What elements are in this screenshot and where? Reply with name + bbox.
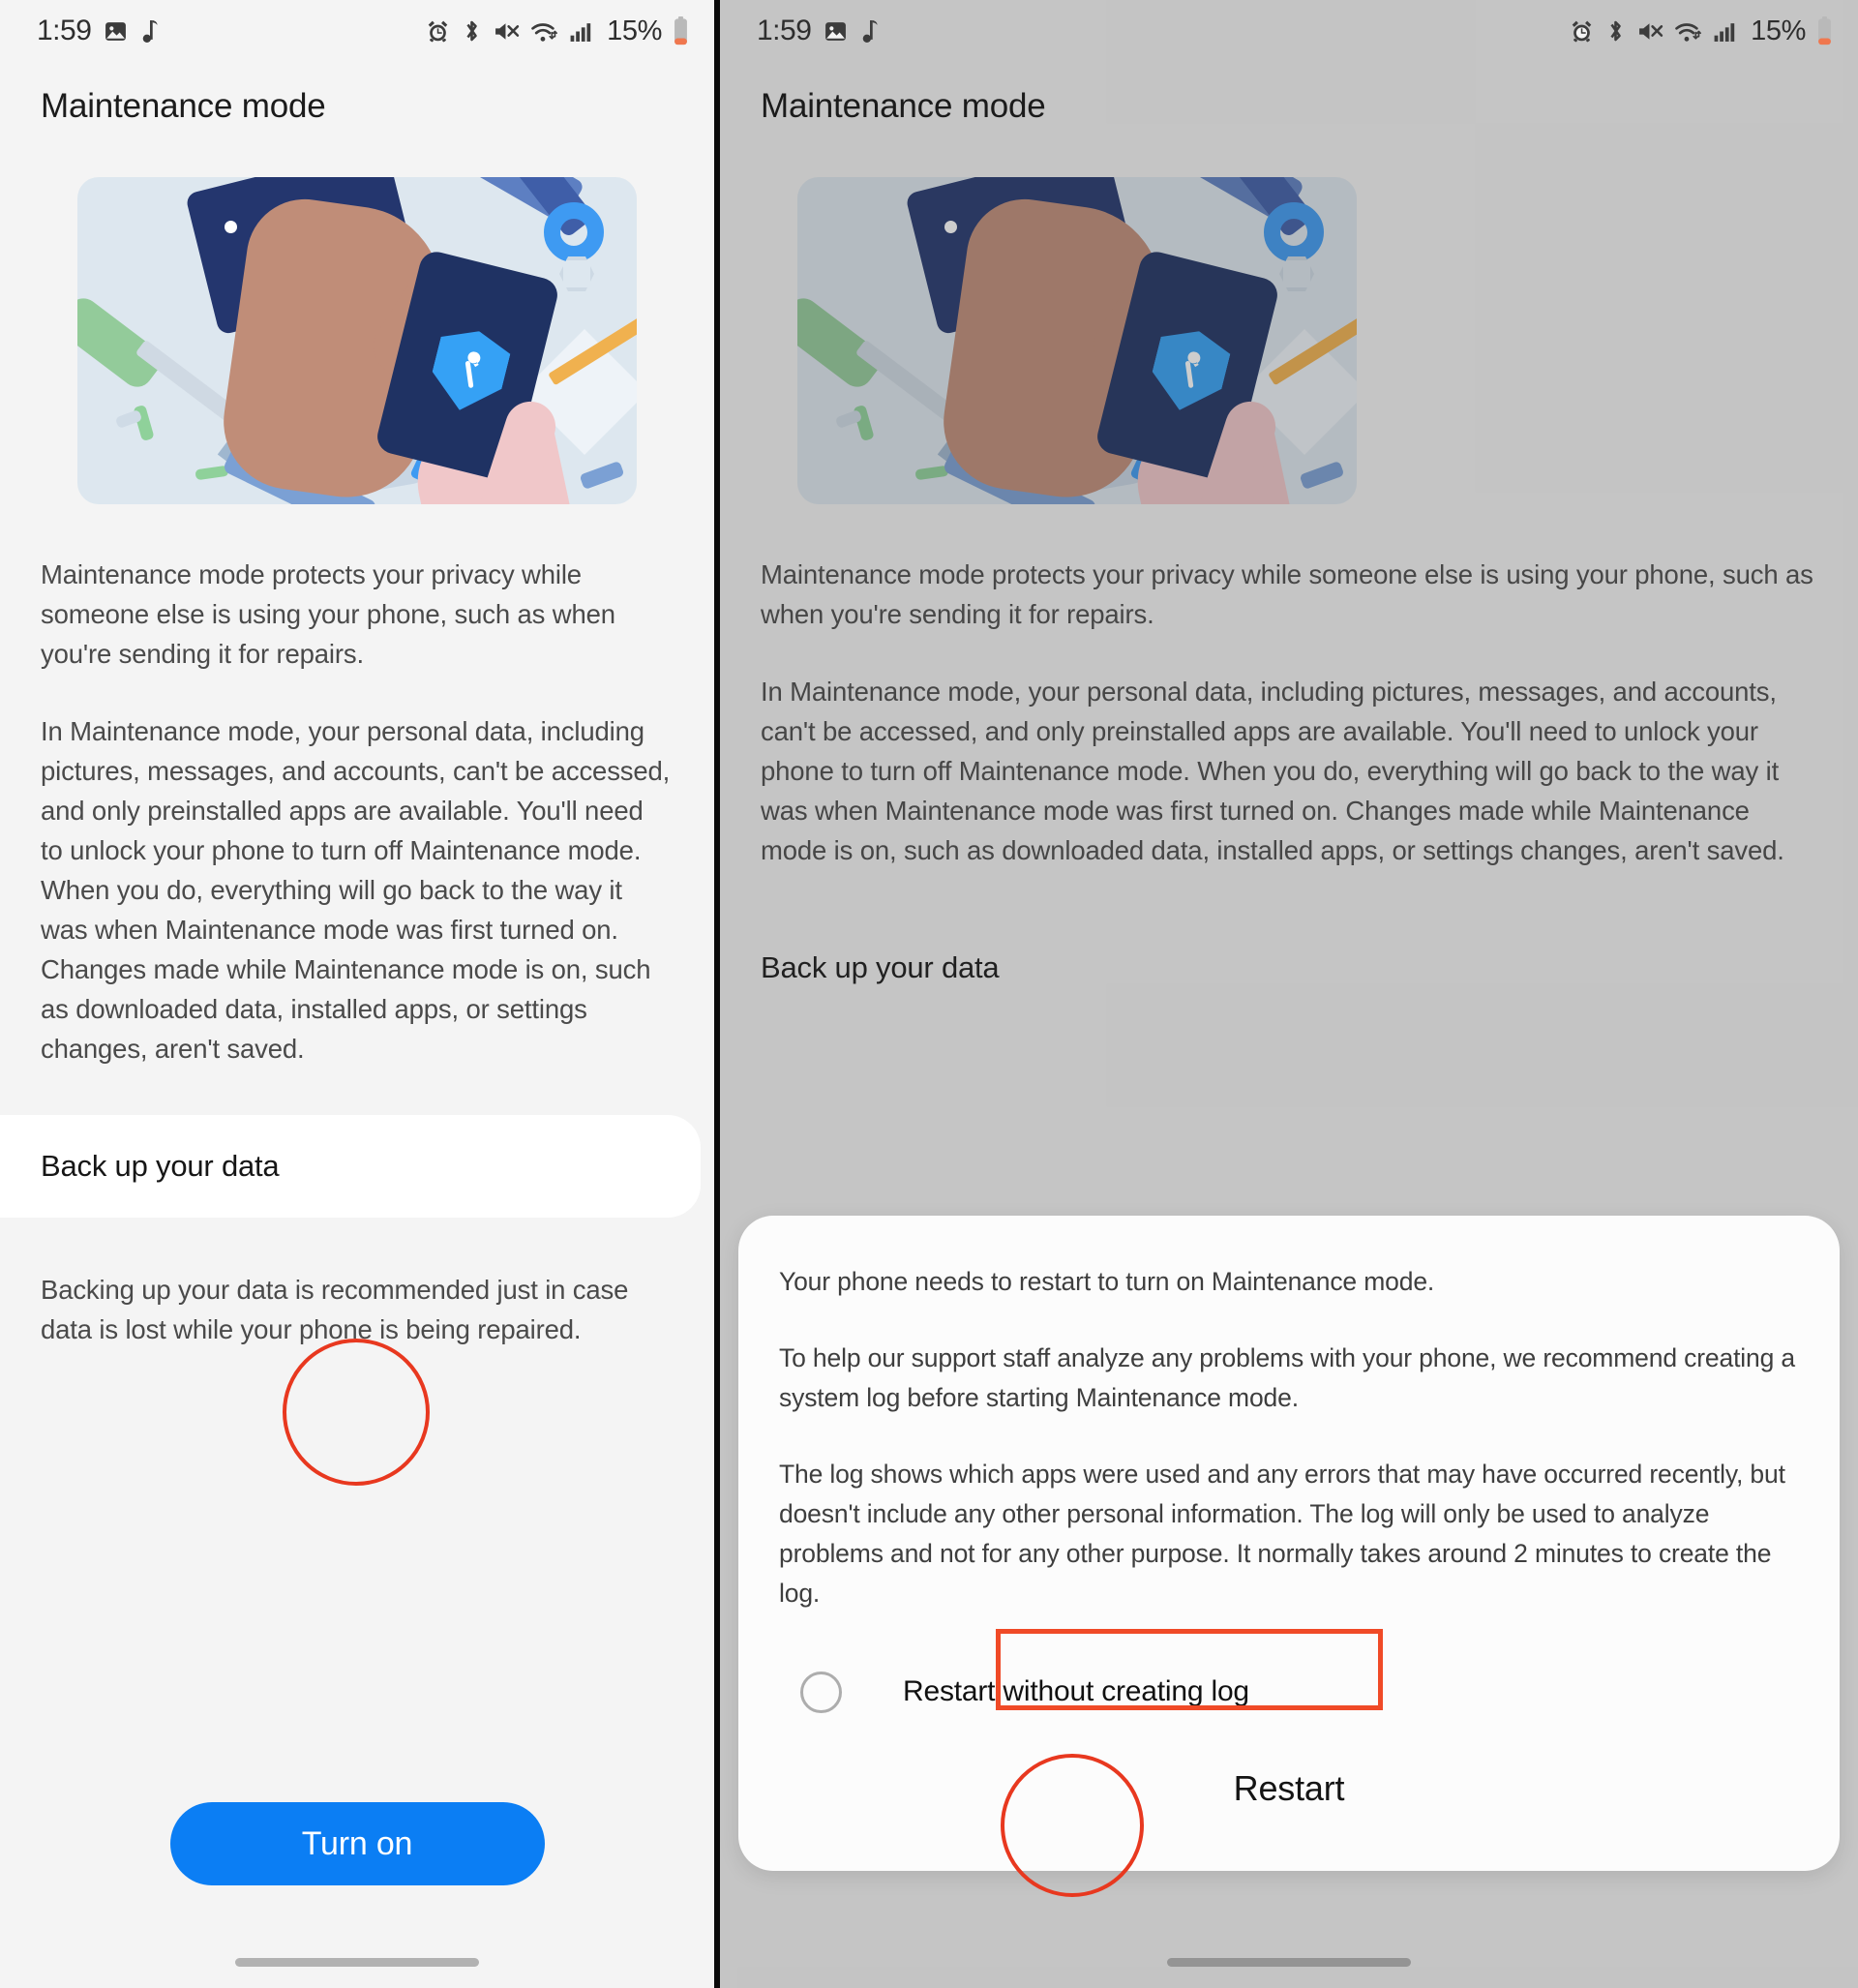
hero-illustration-wrap (0, 126, 714, 504)
paragraph-2: In Maintenance mode, your personal data,… (761, 677, 1784, 865)
bluetooth-icon (461, 18, 483, 44)
bluetooth-icon (1604, 18, 1627, 44)
phone-repair-illustration (77, 177, 637, 504)
image-icon (824, 19, 848, 44)
music-note-icon (140, 19, 160, 44)
dialog-actions: Restart (779, 1761, 1799, 1838)
hero-illustration-wrap (720, 126, 1858, 504)
battery-icon (1816, 16, 1833, 45)
dialog-paragraph-1: Your phone needs to restart to turn on M… (779, 1267, 1435, 1296)
status-bar-left: 1:59 (37, 15, 160, 47)
backup-card-title: Back up your data (41, 1149, 280, 1183)
mute-icon (494, 19, 520, 44)
restart-without-log-option[interactable]: Restart without creating log (779, 1656, 1799, 1728)
wifi-icon (530, 19, 558, 44)
navigation-bar-handle[interactable] (720, 1958, 1858, 1967)
status-bar: 1:59 15% (720, 0, 1858, 62)
screenshot-pair: 1:59 15% Maintenance mode Maintenance mo… (0, 0, 1858, 1988)
radio-button-icon[interactable] (800, 1671, 842, 1713)
restart-dialog: Your phone needs to restart to turn on M… (738, 1216, 1840, 1871)
restart-button[interactable]: Restart (1216, 1761, 1363, 1817)
status-clock: 1:59 (757, 15, 812, 46)
mute-icon (1637, 19, 1663, 44)
dialog-paragraph-2: To help our support staff analyze any pr… (779, 1343, 1795, 1412)
battery-icon (673, 16, 689, 45)
status-bar: 1:59 15% (0, 0, 714, 62)
backup-your-data-card[interactable]: Back up your data (720, 917, 1844, 1019)
music-note-icon (860, 19, 880, 44)
navigation-bar-handle[interactable] (0, 1958, 714, 1967)
battery-percent-label: 15% (607, 15, 662, 46)
status-bar-left: 1:59 (757, 15, 880, 47)
turn-on-button-wrap: Turn on (0, 1802, 714, 1885)
paragraph-1: Maintenance mode protects your privacy w… (41, 559, 615, 669)
signal-icon (1712, 19, 1737, 44)
signal-icon (568, 19, 593, 44)
alarm-icon (1570, 19, 1594, 44)
phone-repair-illustration (797, 177, 1357, 504)
status-clock: 1:59 (37, 15, 92, 46)
backup-your-data-card[interactable]: Back up your data (0, 1115, 701, 1218)
alarm-icon (426, 19, 450, 44)
backup-note: Backing up your data is recommended just… (41, 1275, 629, 1344)
page-title: Maintenance mode (761, 87, 1046, 125)
dialog-paragraph-3: The log shows which apps were used and a… (779, 1460, 1785, 1608)
left-screen: 1:59 15% Maintenance mode Maintenance mo… (0, 0, 714, 1988)
annotation-circle-turn-on (283, 1339, 430, 1486)
paragraph-1: Maintenance mode protects your privacy w… (761, 559, 1813, 629)
restart-without-log-label: Restart without creating log (903, 1675, 1249, 1707)
image-icon (104, 19, 128, 44)
status-bar-right: 15% (426, 15, 689, 47)
backup-card-title: Back up your data (761, 950, 1000, 984)
battery-percent-label: 15% (1751, 15, 1806, 46)
page-title: Maintenance mode (41, 87, 326, 125)
status-bar-right: 15% (1570, 15, 1833, 47)
paragraph-2: In Maintenance mode, your personal data,… (41, 716, 671, 1064)
turn-on-button[interactable]: Turn on (169, 1802, 545, 1885)
wifi-icon (1674, 19, 1702, 44)
description-block: Maintenance mode protects your privacy w… (0, 555, 714, 1069)
description-block: Maintenance mode protects your privacy w… (720, 555, 1858, 870)
right-screen: 1:59 15% Maintenance mode Maintenance mo… (720, 0, 1858, 1988)
